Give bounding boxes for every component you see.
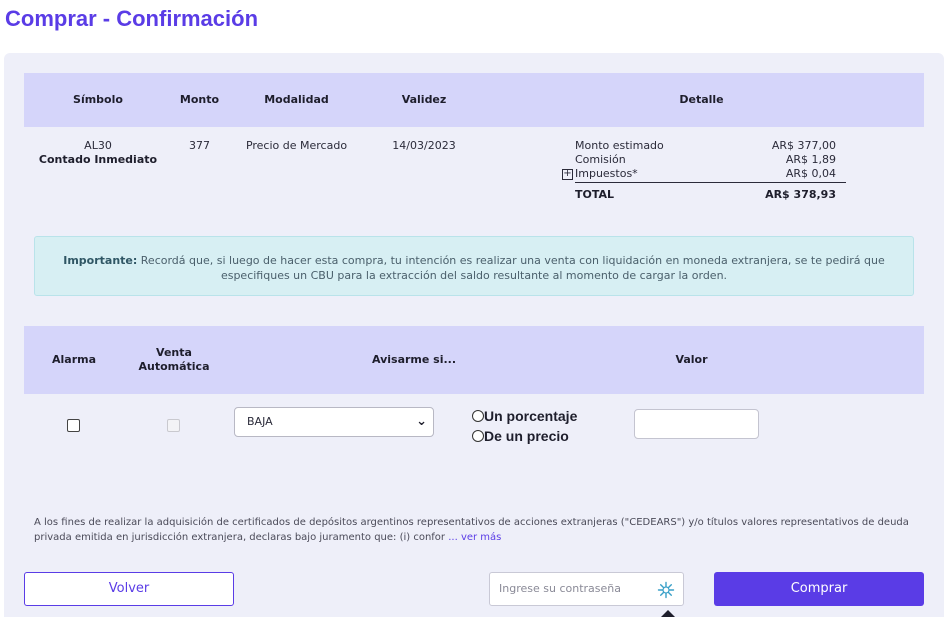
detail-taxes: + Impuestos* AR$ 0,04: [562, 167, 846, 181]
alarm-checkbox[interactable]: [67, 419, 80, 432]
header-amount: Monto: [179, 93, 220, 106]
notice-label: Importante:: [63, 254, 138, 267]
alarm-table-header: Alarma Venta Automática Avisarme si... V…: [24, 326, 924, 394]
header-alarm: Alarma: [51, 353, 97, 366]
order-table-header: Símbolo Monto Modalidad Validez Detalle: [24, 73, 924, 127]
alarm-value-input[interactable]: [634, 409, 759, 439]
detail-estimated: Monto estimado AR$ 377,00: [575, 139, 846, 153]
see-more-link[interactable]: ... ver más: [448, 532, 501, 543]
header-auto-sell-line-2: Automática: [138, 360, 210, 373]
order-row: AL30 Contado Inmediato 377 Precio de Mer…: [24, 127, 924, 217]
header-auto-sell: Venta Automática: [129, 346, 219, 374]
total-value: AR$ 378,93: [765, 188, 836, 201]
password-input[interactable]: Ingrese su contraseña: [489, 572, 684, 606]
detail-commission: Comisión AR$ 1,89: [575, 153, 846, 167]
amount-value: 377: [189, 139, 210, 152]
settlement-value: Contado Inmediato: [38, 153, 158, 166]
estimated-value: AR$ 377,00: [771, 139, 836, 152]
expand-plus-icon[interactable]: +: [562, 169, 573, 180]
validity-value: 14/03/2023: [392, 139, 456, 152]
radio-price-option[interactable]: De un precio: [472, 427, 569, 445]
condition-selected-value: BAJA: [247, 415, 273, 428]
password-placeholder: Ingrese su contraseña: [499, 582, 621, 595]
auto-sell-checkbox: [167, 419, 180, 432]
detail-total: TOTAL AR$ 378,93: [575, 183, 846, 207]
commission-label: Comisión: [575, 153, 626, 166]
condition-select[interactable]: BAJA ⌄: [234, 407, 434, 437]
buy-button[interactable]: Comprar: [714, 572, 924, 606]
header-validity: Validez: [401, 93, 447, 106]
symbol-value: AL30: [84, 139, 112, 152]
radio-percentage-option[interactable]: Un porcentaje: [472, 407, 577, 425]
important-notice: Importante: Recordá que, si luego de hac…: [34, 236, 914, 296]
commission-value: AR$ 1,89: [785, 153, 836, 166]
alarm-row: BAJA ⌄ Un porcentaje De un precio: [24, 394, 924, 474]
taxes-label: Impuestos*: [575, 167, 638, 180]
tooltip-pointer: [661, 610, 675, 617]
taxes-value: AR$ 0,04: [785, 167, 836, 180]
chevron-down-icon: ⌄: [416, 414, 427, 429]
total-label: TOTAL: [575, 188, 615, 201]
header-value: Valor: [675, 353, 708, 366]
notice-text: Recordá que, si luego de hacer esta comp…: [140, 254, 885, 282]
legal-disclaimer: A los fines de realizar la adquisición d…: [34, 515, 914, 545]
header-symbol: Símbolo: [73, 93, 123, 106]
order-detail: Monto estimado AR$ 377,00 Comisión AR$ 1…: [562, 139, 846, 207]
radio-percentage[interactable]: [472, 410, 484, 422]
radio-price-label: De un precio: [484, 428, 569, 444]
header-detail: Detalle: [679, 93, 724, 106]
estimated-label: Monto estimado: [575, 139, 664, 152]
page-title: Comprar - Confirmación: [5, 6, 259, 31]
modality-value: Precio de Mercado: [245, 139, 348, 152]
header-modality: Modalidad: [264, 93, 329, 106]
radio-percentage-label: Un porcentaje: [484, 408, 578, 424]
radio-price[interactable]: [472, 430, 484, 442]
header-notify: Avisarme si...: [371, 353, 457, 366]
virtual-keyboard-icon[interactable]: [657, 581, 675, 599]
symbol-cell: AL30 Contado Inmediato: [38, 139, 158, 167]
header-auto-sell-line-1: Venta: [156, 346, 192, 359]
back-button[interactable]: Volver: [24, 572, 234, 606]
confirmation-card: Símbolo Monto Modalidad Validez Detalle …: [4, 53, 944, 617]
